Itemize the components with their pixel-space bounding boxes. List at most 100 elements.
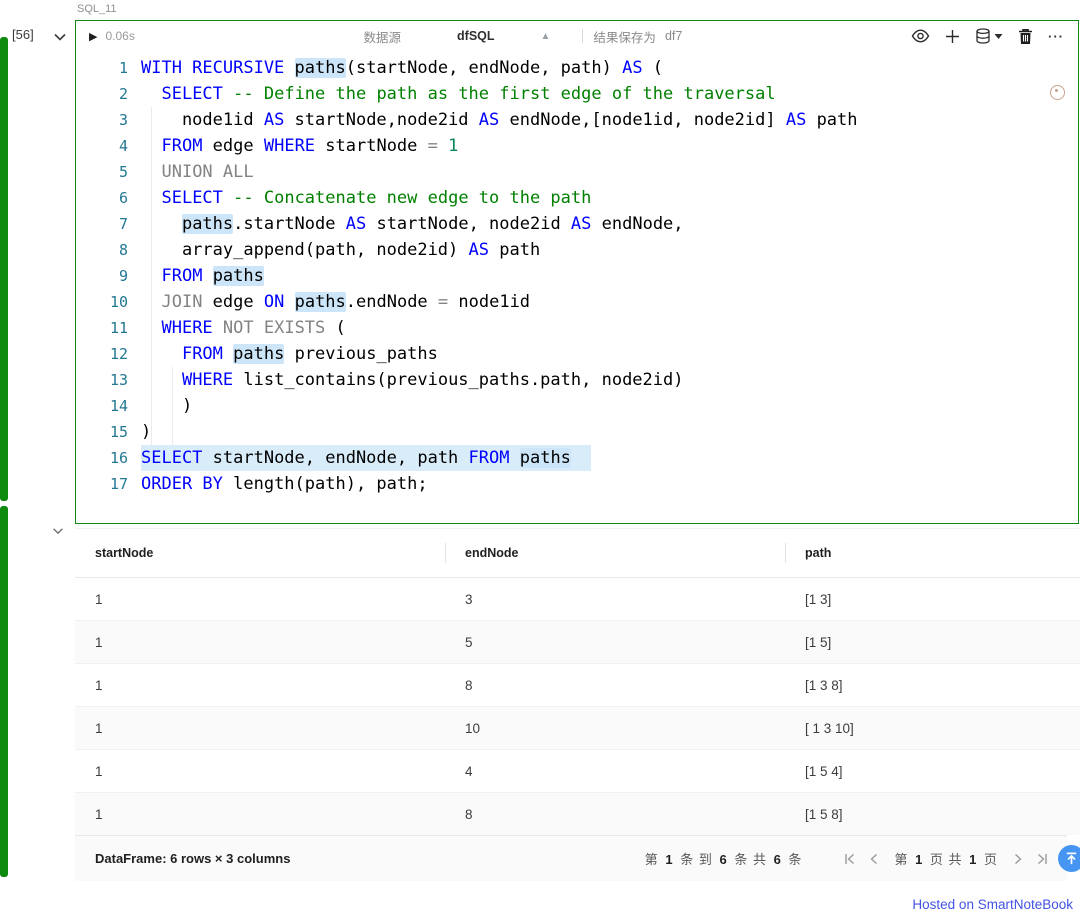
- code-line: 6 SELECT -- Concatenate new edge to the …: [76, 185, 1078, 211]
- code-line: 7 paths.startNode AS startNode, node2id …: [76, 211, 1078, 237]
- code-line: 14 ): [76, 393, 1078, 419]
- column-header-startNode: startNode: [75, 529, 445, 578]
- eye-icon[interactable]: [911, 29, 930, 43]
- table-cell: 1: [75, 664, 445, 707]
- result-table: startNodeendNodepath 13[1 3]15[1 5]18[1 …: [75, 528, 1080, 835]
- code-line: 17ORDER BY length(path), path;: [76, 471, 1078, 497]
- result-save-label: 结果保存为: [593, 27, 656, 46]
- table-header-row: startNodeendNodepath: [75, 529, 1080, 578]
- table-row: 15[1 5]: [75, 621, 1080, 664]
- hosted-on-link[interactable]: Hosted on SmartNoteBook: [912, 897, 1073, 912]
- table-cell: [1 5 4]: [785, 750, 1080, 793]
- table-row: 13[1 3]: [75, 578, 1080, 621]
- datasource-label: 数据源: [364, 27, 402, 46]
- last-page-icon[interactable]: [1036, 853, 1049, 865]
- code-line: 10 JOIN edge ON paths.endNode = node1id: [76, 289, 1078, 315]
- line-number: 3: [91, 107, 141, 133]
- cell-run-status-bar: [0, 37, 8, 501]
- table-cell: 1: [75, 621, 445, 664]
- code-line: 15): [76, 419, 1078, 445]
- code-line: 11 WHERE NOT EXISTS (: [76, 315, 1078, 341]
- table-cell: [1 3 8]: [785, 664, 1080, 707]
- table-cell: 4: [445, 750, 785, 793]
- code-line: 12 FROM paths previous_paths: [76, 341, 1078, 367]
- line-number: 11: [91, 315, 141, 341]
- cell-toolbar: ▶ 0.06s 数据源 dfSQL ▲ 结果保存为 df7 ···: [76, 21, 1078, 51]
- table-footer: DataFrame: 6 rows × 3 columns 第 1 条 到 6 …: [75, 835, 1067, 881]
- next-page-icon[interactable]: [1014, 853, 1023, 865]
- prev-page-icon[interactable]: [869, 853, 878, 865]
- column-header-path: path: [785, 529, 1080, 578]
- toolbar-icon-group: ···: [911, 28, 1064, 45]
- collapse-triangle-icon[interactable]: ▲: [541, 31, 551, 42]
- code-text: SELECT -- Concatenate new edge to the pa…: [141, 185, 591, 211]
- line-number: 15: [91, 419, 141, 445]
- sql-cell: ▶ 0.06s 数据源 dfSQL ▲ 结果保存为 df7 ···: [75, 20, 1079, 524]
- code-text: UNION ALL: [141, 159, 254, 185]
- run-cell-button[interactable]: ▶: [89, 30, 97, 43]
- table-cell: 10: [445, 707, 785, 750]
- line-number: 1: [91, 55, 141, 81]
- table-cell: 3: [445, 578, 785, 621]
- table-cell: 5: [445, 621, 785, 664]
- dropdown-triangle-icon: [994, 33, 1003, 40]
- table-cell: 1: [75, 793, 445, 836]
- line-number: 10: [91, 289, 141, 315]
- arrow-up-to-line-icon: [1065, 852, 1078, 865]
- pagination: 第 1 条 到 6 条 共 6 条 第 1 页 共 1 页: [645, 849, 1049, 868]
- code-text: WHERE list_contains(previous_paths.path,…: [141, 367, 683, 393]
- code-text: ): [141, 393, 192, 419]
- sql-code-editor[interactable]: 1WITH RECURSIVE paths(startNode, endNode…: [76, 51, 1078, 517]
- code-line: 2 SELECT -- Define the path as the first…: [76, 81, 1078, 107]
- cell-collapse-chevron-down-icon[interactable]: [52, 29, 68, 45]
- table-cell: 1: [75, 707, 445, 750]
- table-cell: [1 5]: [785, 621, 1080, 664]
- code-text: WITH RECURSIVE paths(startNode, endNode,…: [141, 55, 663, 81]
- database-icon[interactable]: [975, 28, 1003, 44]
- code-text: ORDER BY length(path), path;: [141, 471, 428, 497]
- first-page-icon[interactable]: [843, 853, 856, 865]
- table-cell: 1: [75, 750, 445, 793]
- table-row: 18[1 5 8]: [75, 793, 1080, 836]
- table-cell: [1 5 8]: [785, 793, 1080, 836]
- result-output: startNodeendNodepath 13[1 3]15[1 5]18[1 …: [75, 528, 1067, 881]
- line-number: 17: [91, 471, 141, 497]
- line-number: 2: [91, 81, 141, 107]
- cell-name-label: SQL_11: [77, 3, 117, 15]
- line-number: 5: [91, 159, 141, 185]
- result-variable[interactable]: df7: [665, 29, 682, 43]
- line-number: 9: [91, 263, 141, 289]
- output-run-status-bar: [0, 506, 8, 877]
- code-line: 5 UNION ALL: [76, 159, 1078, 185]
- code-text: FROM edge WHERE startNode = 1: [141, 133, 458, 159]
- table-cell: [ 1 3 10]: [785, 707, 1080, 750]
- code-text: FROM paths previous_paths: [141, 341, 438, 367]
- table-cell: 8: [445, 664, 785, 707]
- history-dot-icon[interactable]: [1050, 85, 1065, 100]
- table-row: 18[1 3 8]: [75, 664, 1080, 707]
- table-row: 14[1 5 4]: [75, 750, 1080, 793]
- back-to-top-button[interactable]: [1058, 845, 1080, 872]
- code-text: array_append(path, node2id) AS path: [141, 237, 540, 263]
- table-cell: 1: [75, 578, 445, 621]
- line-number: 7: [91, 211, 141, 237]
- output-collapse-chevron-down-icon[interactable]: [51, 524, 65, 538]
- line-number: 6: [91, 185, 141, 211]
- plus-icon[interactable]: [945, 29, 960, 44]
- line-number: 13: [91, 367, 141, 393]
- table-row: 110[ 1 3 10]: [75, 707, 1080, 750]
- code-text: paths.startNode AS startNode, node2id AS…: [141, 211, 684, 237]
- trash-icon[interactable]: [1018, 28, 1033, 45]
- code-line: 4 FROM edge WHERE startNode = 1: [76, 133, 1078, 159]
- table-cell: 8: [445, 793, 785, 836]
- code-line: 1WITH RECURSIVE paths(startNode, endNode…: [76, 55, 1078, 81]
- table-cell: [1 3]: [785, 578, 1080, 621]
- execution-count: [56]: [12, 27, 34, 42]
- indent-guide: [172, 367, 173, 445]
- ellipsis-icon[interactable]: ···: [1048, 29, 1064, 44]
- code-line: 8 array_append(path, node2id) AS path: [76, 237, 1078, 263]
- code-text: WHERE NOT EXISTS (: [141, 315, 346, 341]
- code-text: node1id AS startNode,node2id AS endNode,…: [141, 107, 858, 133]
- code-line: 3 node1id AS startNode,node2id AS endNod…: [76, 107, 1078, 133]
- engine-selector[interactable]: dfSQL: [457, 29, 495, 43]
